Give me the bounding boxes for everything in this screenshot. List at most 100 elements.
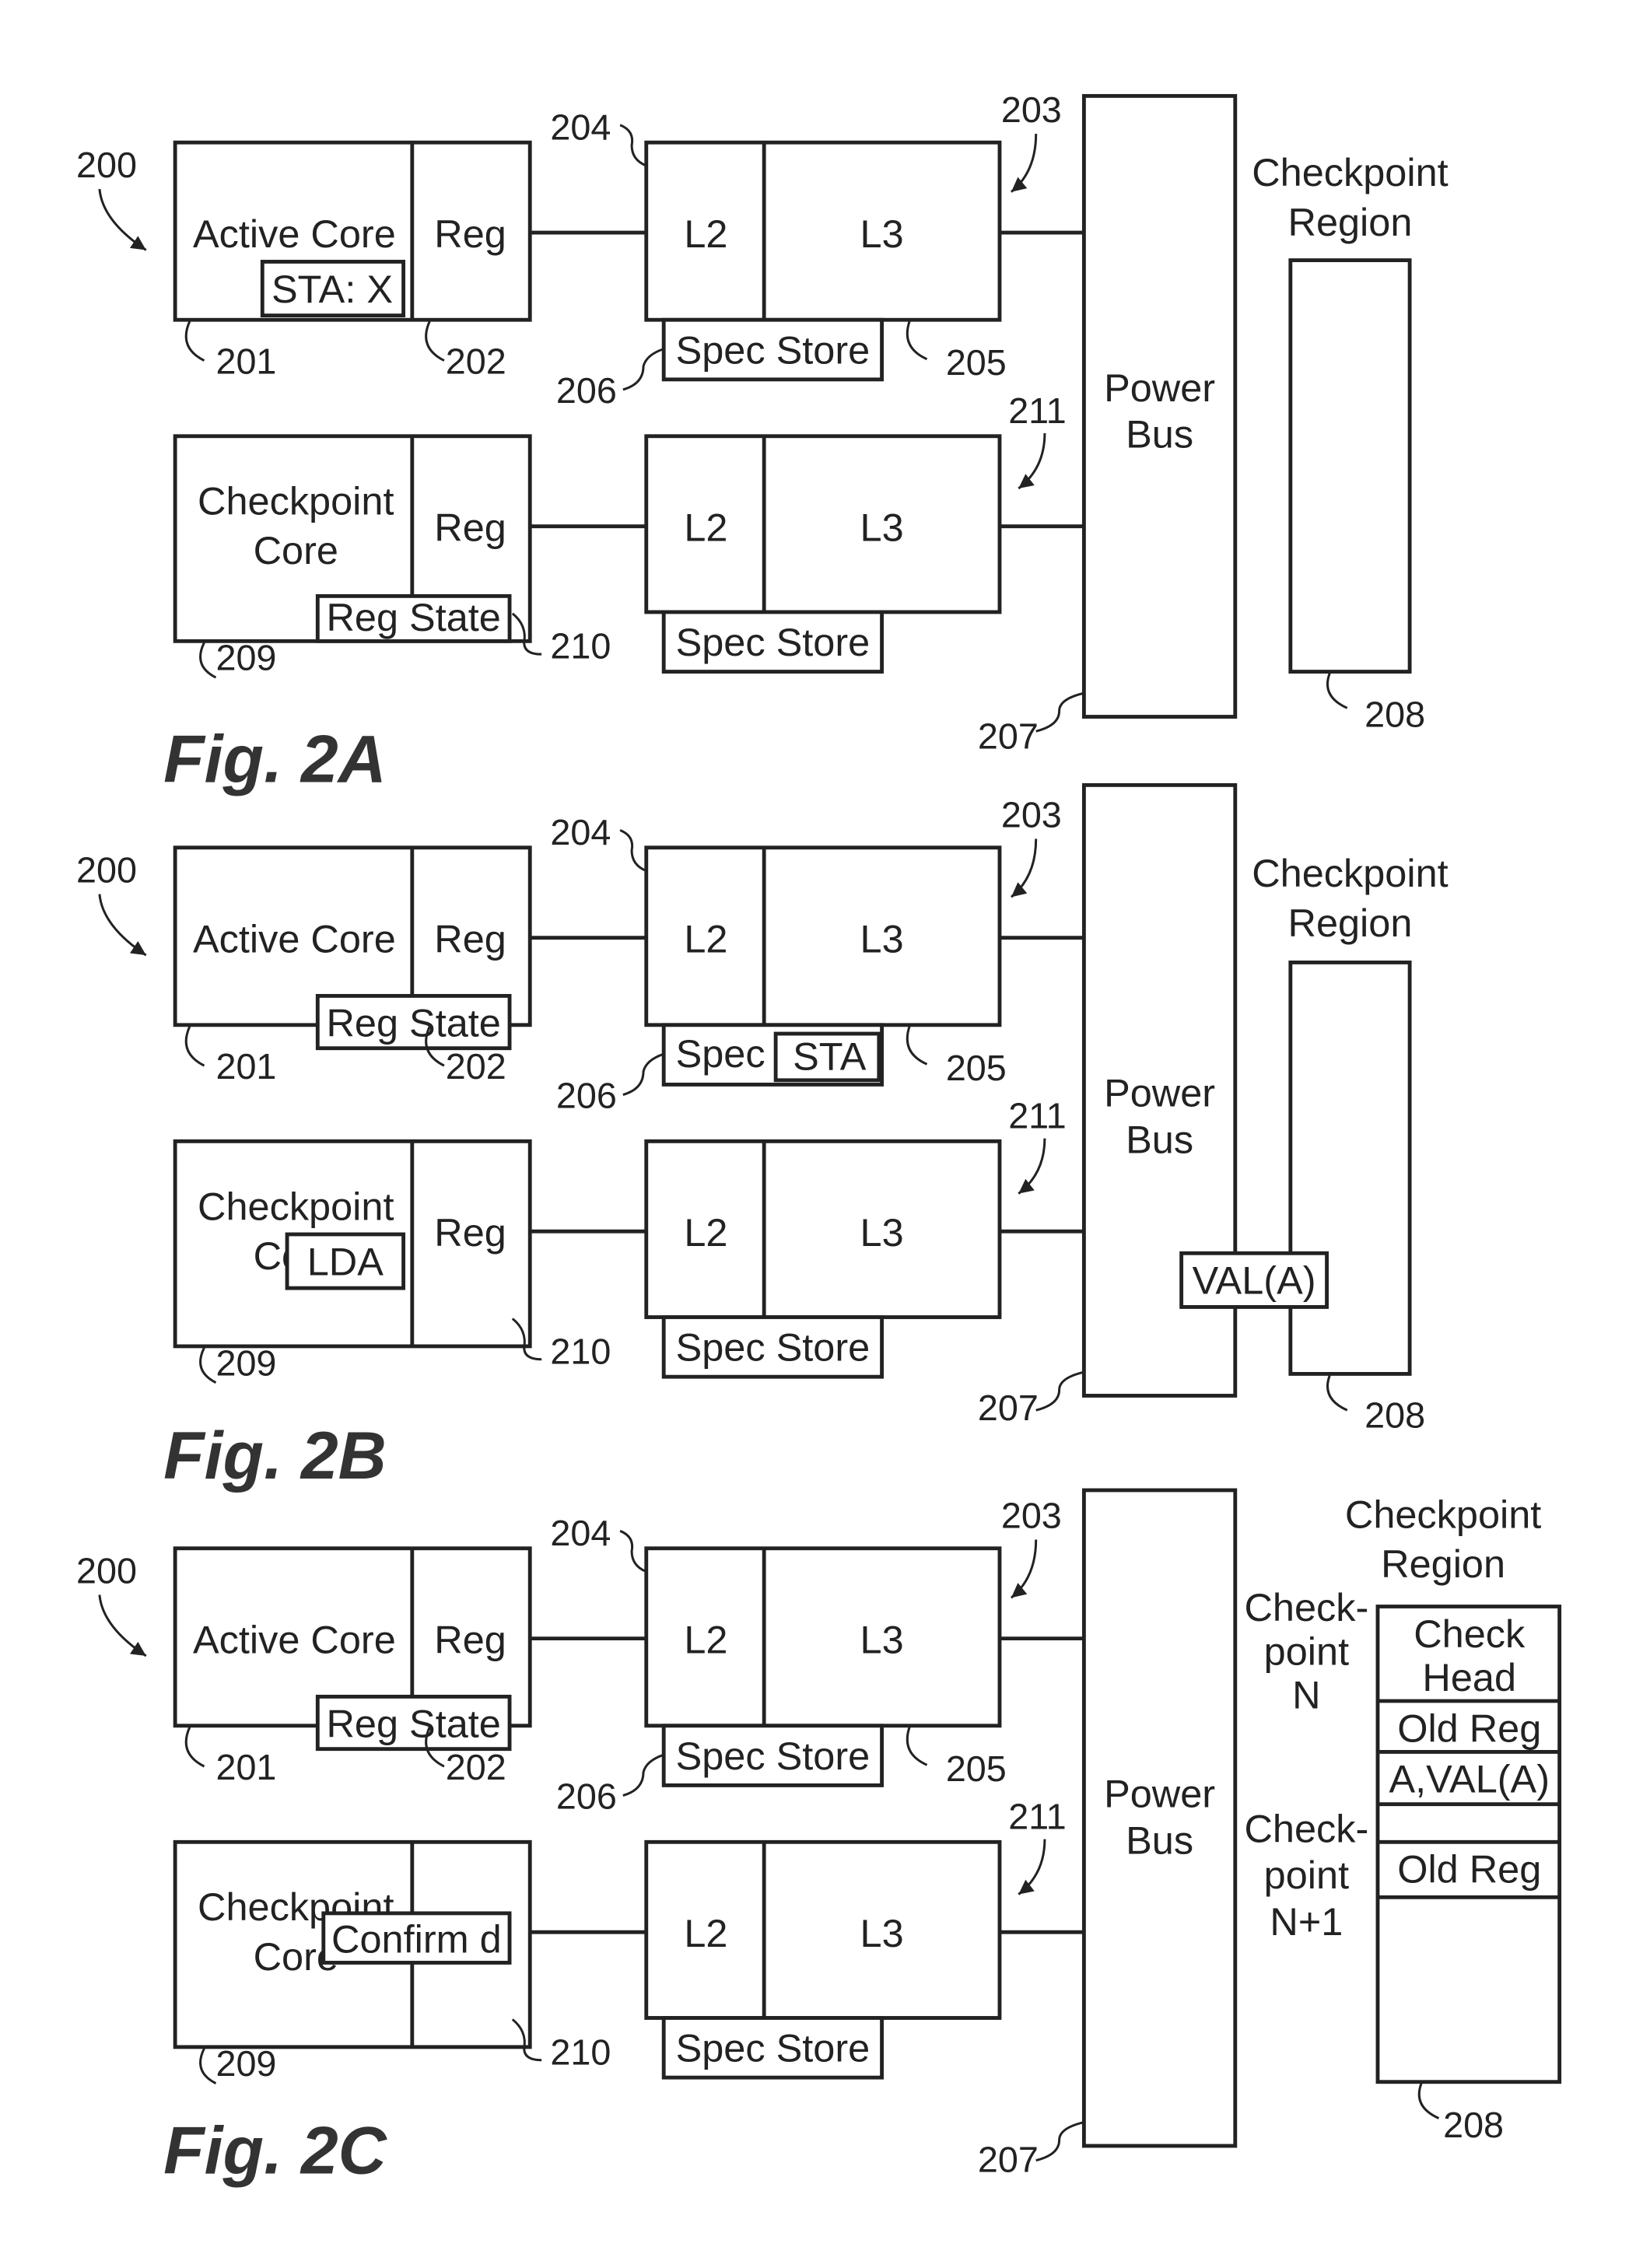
checkpoint-n-label: N — [1292, 1672, 1320, 1717]
ref-label-209: 209 — [215, 2043, 276, 2084]
spec-store-label: Spec Store — [676, 327, 871, 372]
l2-label: L2 — [684, 1617, 727, 1661]
leader-204 — [619, 828, 647, 873]
sta-entry-label: STA — [793, 1034, 867, 1079]
l2-label-bottom: L2 — [684, 1210, 727, 1255]
checkpoint-entry-label: Old Reg — [1397, 1847, 1541, 1892]
ref-label-211: 211 — [1008, 390, 1066, 431]
power-bus-label-2: Bus — [1126, 1818, 1193, 1862]
power-bus-label-1: Power — [1104, 1070, 1215, 1115]
cache-203-arrow — [1010, 1539, 1038, 1599]
checkpoint-core-label-1: Checkpoint — [198, 479, 394, 523]
figure-2C: 200 Active Core Reg Reg State 201 202 L2 L3 204 2… — [76, 1488, 1562, 2189]
ref-label-204: 204 — [550, 107, 611, 147]
power-bus-label-1: Power — [1104, 366, 1215, 410]
ref-label-201: 201 — [215, 1046, 276, 1087]
ref-label-208: 208 — [1364, 1395, 1425, 1436]
ref-label-209: 209 — [215, 1342, 276, 1383]
arrowhead-icon — [130, 940, 146, 956]
patent-diagram: 200Active Core RegSTA: X201 202L2 L32042052… — [76, 89, 1562, 2189]
leader-209 — [199, 642, 217, 679]
ref-label-210: 210 — [550, 2032, 611, 2072]
arrowhead-icon — [130, 1641, 146, 1657]
power-bus-label-2: Bus — [1126, 412, 1193, 457]
cache-203-arrow — [1010, 838, 1038, 898]
active-core-label: Active Core — [193, 212, 396, 256]
leader-209 — [199, 1347, 217, 1384]
leader-208 — [1417, 2083, 1440, 2119]
ref-label-207: 207 — [978, 716, 1039, 757]
ref-label-205: 205 — [946, 1748, 1007, 1789]
checkpoint-region-label-1: Checkpoint — [1252, 150, 1448, 194]
ref-label-202: 202 — [446, 1046, 506, 1087]
reg-state-label: Reg State — [326, 1001, 500, 1045]
l3-label: L3 — [860, 212, 904, 256]
l3-label-bottom: L3 — [860, 1210, 904, 1255]
ref-label-207: 207 — [978, 2140, 1039, 2180]
checkpoint-entry-label: Old Reg — [1397, 1706, 1541, 1750]
ref-label-206: 206 — [556, 1776, 617, 1816]
arrowhead-icon — [130, 236, 146, 250]
checkpoint-n1-label: point — [1264, 1853, 1349, 1897]
arrowhead-icon — [1011, 177, 1028, 192]
checkpoint-entry-label: Check — [1414, 1612, 1526, 1656]
ref-label-206: 206 — [556, 370, 617, 411]
checkpoint-core-label-2: Core — [254, 528, 338, 572]
leader-206 — [622, 348, 664, 391]
l3-label-bottom: L3 — [860, 1911, 904, 1955]
reg-state-checkpoint-label: Reg State — [326, 595, 500, 639]
leader-206 — [622, 1052, 664, 1096]
l3-label: L3 — [860, 916, 904, 961]
leader-208 — [1326, 1374, 1348, 1412]
checkpoint-region-label-2: Region — [1381, 1542, 1505, 1586]
ref-label-208: 208 — [1443, 2105, 1504, 2145]
val-a-label: VAL(A) — [1193, 1258, 1316, 1303]
l2-label-bottom: L2 — [684, 1911, 727, 1955]
ref-label-201: 201 — [215, 1747, 276, 1787]
ref-label-203: 203 — [1001, 1496, 1062, 1536]
checkpoint-region-label-2: Region — [1288, 901, 1413, 945]
checkpoint-region-label-1: Checkpoint — [1252, 851, 1448, 895]
power-bus-label-2: Bus — [1126, 1117, 1193, 1161]
l2-label-bottom: L2 — [684, 505, 727, 549]
ref-label-205: 205 — [946, 1048, 1007, 1088]
spec-store-label-bottom: Spec Store — [676, 620, 871, 664]
ref-label-204: 204 — [550, 812, 611, 852]
leader-205 — [906, 1026, 928, 1066]
arrowhead-icon — [1011, 1583, 1028, 1598]
checkpoint-region-label-2: Region — [1288, 200, 1413, 244]
spec-store-label-bottom: Spec Store — [676, 2026, 871, 2070]
cache-211-arrow — [1018, 433, 1046, 490]
sta-box-label: STA: X — [271, 267, 393, 311]
confirmed-label: Confirm d — [331, 1916, 502, 1961]
ref-label-system: 200 — [76, 145, 137, 185]
checkpoint-core-label-1: Checkpoint — [198, 1184, 394, 1228]
checkpoint-reg-label: Reg — [434, 505, 506, 549]
spec-store-label-bottom: Spec Store — [676, 1325, 871, 1370]
ref-label-211: 211 — [1008, 1096, 1066, 1136]
ref-label-202: 202 — [446, 341, 506, 381]
leader-201 — [184, 320, 205, 362]
active-core-label: Active Core — [193, 916, 396, 961]
ref-label-207: 207 — [978, 1388, 1039, 1428]
checkpoint-region-label-1: Checkpoint — [1345, 1493, 1541, 1537]
l2-label: L2 — [684, 916, 727, 961]
active-reg-label: Reg — [434, 1617, 506, 1661]
checkpoint-region-box — [1288, 258, 1412, 674]
ref-label-206: 206 — [556, 1075, 617, 1115]
checkpoint-n-label: Check- — [1244, 1585, 1368, 1629]
ref-label-209: 209 — [215, 638, 276, 678]
ref-label-204: 204 — [550, 1513, 611, 1553]
reg-state-label: Reg State — [326, 1702, 500, 1746]
active-core-label: Active Core — [193, 1617, 396, 1661]
ref-label-202: 202 — [446, 1747, 506, 1787]
ref-label-203: 203 — [1001, 795, 1062, 835]
ref-label-208: 208 — [1364, 695, 1425, 735]
ref-label-system: 200 — [76, 850, 137, 891]
lda-label: LDA — [307, 1239, 384, 1283]
leader-208 — [1326, 672, 1348, 709]
figure-caption: Fig. 2B — [163, 1419, 387, 1493]
leader-205 — [906, 320, 928, 361]
leader-206 — [622, 1753, 664, 1797]
leader-207 — [1035, 692, 1083, 733]
